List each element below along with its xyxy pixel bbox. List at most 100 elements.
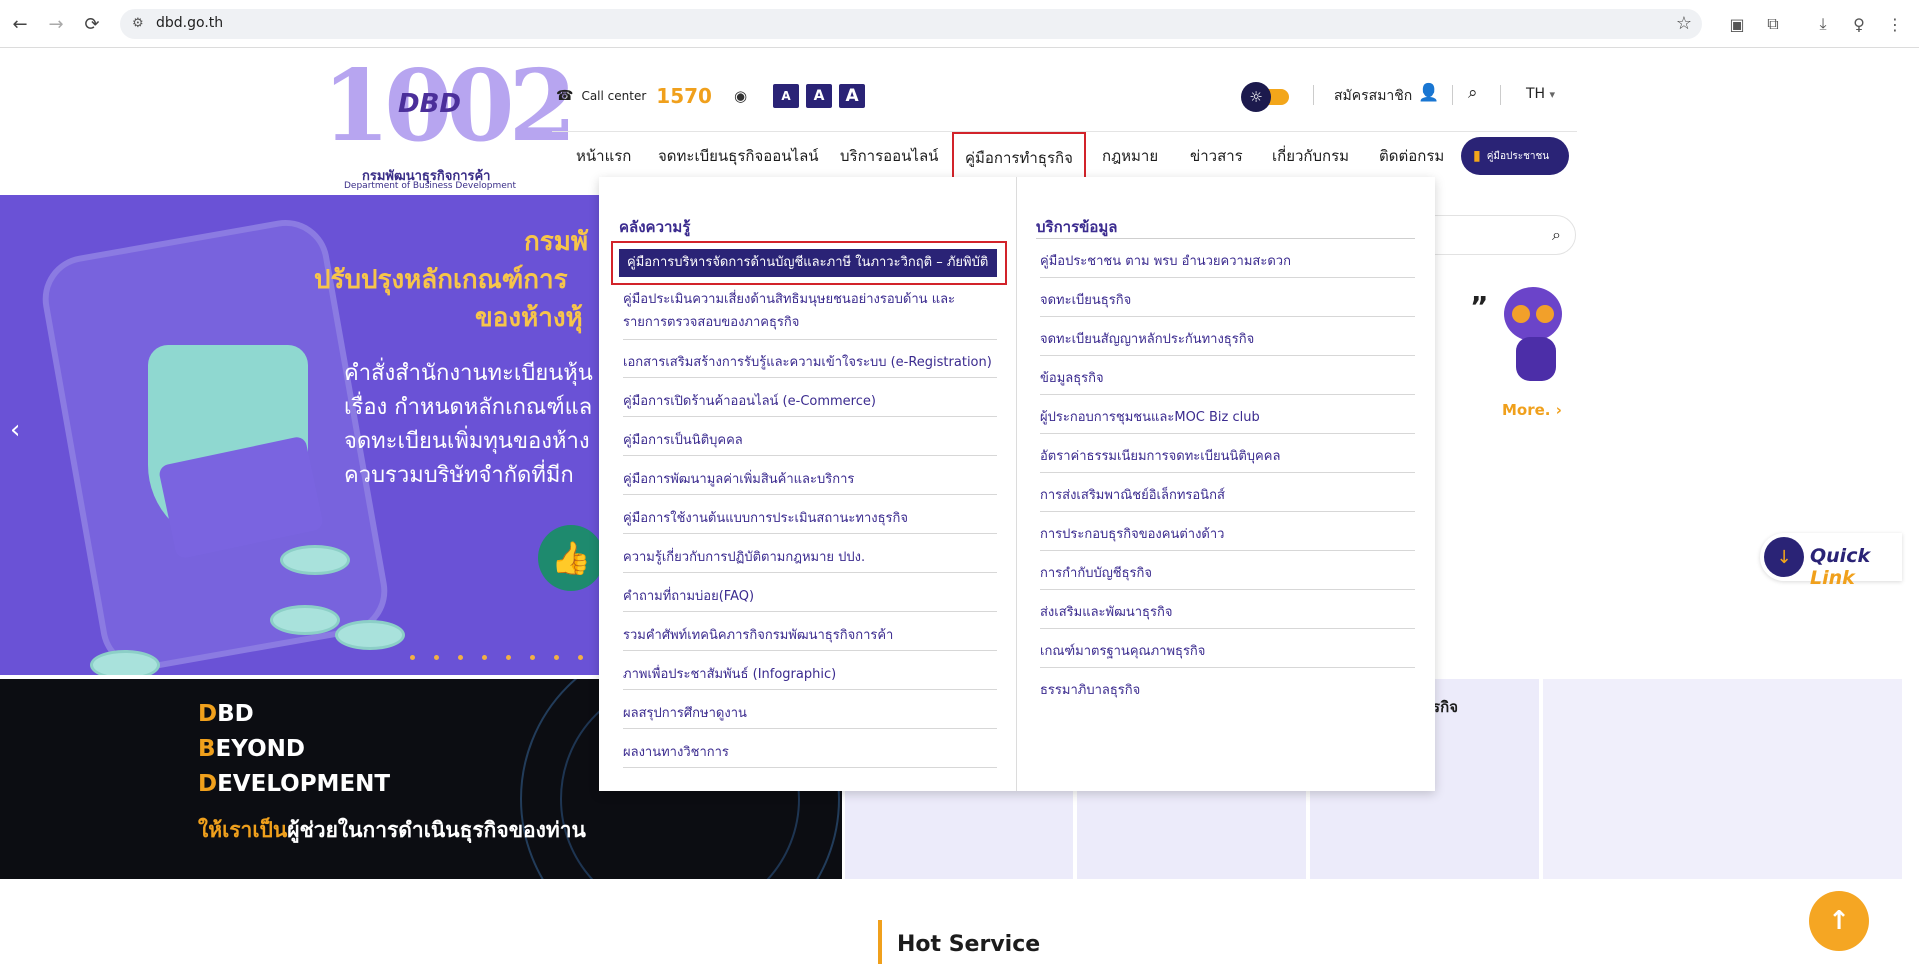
nav-item-about[interactable]: เกี่ยวกับกรม (1272, 144, 1349, 168)
knowledge-item[interactable]: คู่มือการบริหารจัดการด้านบัญชีและภาษี ใน… (619, 249, 997, 277)
knowledge-item[interactable]: ผลสรุปการศึกษาดูงาน (623, 702, 997, 729)
nav-item-business-guide[interactable]: คู่มือการทำธุรกิจ (952, 132, 1086, 182)
quote-mark: ” (1470, 290, 1489, 323)
font-size-medium-button[interactable]: A (806, 84, 833, 108)
nav-item-home[interactable]: หน้าแรก (576, 144, 631, 168)
font-size-small-button[interactable]: A (773, 84, 800, 108)
carousel-dot[interactable] (458, 655, 463, 660)
carousel-dot[interactable] (482, 655, 487, 660)
quick-link-label: Quick Link (1810, 545, 1902, 589)
hero-title: กรมพั (524, 227, 588, 257)
service-tile[interactable] (1543, 679, 1902, 879)
knowledge-item[interactable]: คู่มือการเปิดร้านค้าออนไลน์ (e-Commerce) (623, 390, 997, 417)
data-service-item[interactable]: อัตราค่าธรรมเนียมการจดทะเบียนนิติบุคคล (1040, 445, 1415, 473)
carousel-prev-icon[interactable]: ‹ (10, 415, 20, 445)
hero-search-input[interactable]: ⌕ (1430, 215, 1576, 255)
logo-name-en: Department of Business Development (344, 181, 516, 191)
beyond-line: DEVELOPMENT (198, 771, 391, 797)
data-service-item[interactable]: จดทะเบียนธุรกิจ (1040, 289, 1415, 317)
hero-body-line: คำสั่งสำนักงานทะเบียนหุ้น (344, 361, 593, 386)
back-icon[interactable]: ← (8, 12, 32, 36)
profile-icon[interactable]: ♀ (1847, 12, 1871, 36)
nav-item-contact[interactable]: ติดต่อกรม (1379, 144, 1444, 168)
data-service-item[interactable]: เกณฑ์มาตรฐานคุณภาพธุรกิจ (1040, 640, 1415, 668)
call-center-label: Call center (581, 89, 647, 103)
thumbs-up-icon: 👍 (538, 525, 604, 591)
quick-link-button[interactable]: ↓ Quick Link (1760, 533, 1902, 589)
data-service-item[interactable]: การกำกับบัญชีธุรกิจ (1040, 562, 1415, 590)
knowledge-item[interactable]: คู่มือการเป็นนิติบุคคล (623, 429, 997, 456)
section-accent-bar (878, 920, 882, 964)
knowledge-item[interactable]: เอกสารเสริมสร้างการรับรู้และความเข้าใจระ… (623, 351, 997, 378)
coin-illustration (335, 620, 405, 650)
nav-item-news[interactable]: ข่าวสาร (1190, 144, 1243, 168)
carousel-dot[interactable] (434, 655, 439, 660)
knowledge-item[interactable]: คู่มือการพัฒนามูลค่าเพิ่มสินค้าและบริการ (623, 468, 997, 495)
carousel-dots[interactable] (410, 655, 626, 660)
search-icon[interactable]: ⌕ (1552, 225, 1561, 245)
download-icon[interactable]: ⤓ (1811, 12, 1835, 36)
carousel-dot[interactable] (410, 655, 415, 660)
call-center-number[interactable]: 1570 (656, 84, 712, 108)
carousel-dot[interactable] (530, 655, 535, 660)
extension-icon[interactable]: ▣ (1725, 12, 1749, 36)
phone-icon: ☎ (556, 88, 574, 104)
knowledge-item[interactable]: คู่มือประเมินความเสี่ยงด้านสิทธิมนุษยชนอ… (623, 288, 997, 340)
theme-toggle[interactable]: ☼ (1241, 82, 1291, 112)
knowledge-item[interactable]: ผลงานทางวิชาการ (623, 741, 997, 768)
data-service-item[interactable]: ผู้ประกอบการชุมชนและMOC Biz club (1040, 406, 1415, 434)
coin-illustration (280, 545, 350, 575)
carousel-dot[interactable] (578, 655, 583, 660)
carousel-dot[interactable] (506, 655, 511, 660)
language-selector[interactable]: TH ▾ (1526, 86, 1555, 102)
nav-item-online-services[interactable]: บริการออนไลน์ (840, 144, 938, 168)
site-info-icon[interactable]: ⚙ (132, 16, 144, 31)
quick-link-main: Quick (1810, 545, 1871, 567)
data-service-item[interactable]: ข้อมูลธุรกิจ (1040, 367, 1415, 395)
user-icon[interactable]: 👤 (1418, 83, 1439, 103)
knowledge-item[interactable]: คำถามที่ถามบ่อย(FAQ) (623, 585, 997, 612)
dbd-logo[interactable]: 1002 DBD กรมพัฒนาธุรกิจการค้า Department… (322, 57, 577, 192)
quick-link-accent: Link (1810, 567, 1855, 589)
extensions-puzzle-icon[interactable]: ⧉ (1761, 12, 1785, 36)
column-title-underline (1036, 238, 1415, 239)
site-header: 1002 DBD กรมพัฒนาธุรกิจการค้า Department… (0, 49, 1919, 195)
language-label: TH (1526, 86, 1546, 102)
citizen-manual-button[interactable]: ▮ คู่มือประชาชน (1461, 137, 1569, 175)
reload-icon[interactable]: ⟳ (80, 12, 104, 36)
search-icon[interactable]: ⌕ (1468, 83, 1478, 103)
data-service-item[interactable]: คู่มือประชาชน ตาม พรบ อำนวยความสะดวก (1040, 250, 1415, 278)
rss-icon[interactable]: ◉ (734, 87, 747, 105)
book-icon: ▮ (1473, 148, 1481, 164)
hero-title: ปรับปรุงหลักเกณฑ์การ (314, 265, 568, 295)
beyond-line: DBD (198, 701, 254, 727)
bookmark-star-icon[interactable]: ☆ (1676, 13, 1692, 34)
carousel-dot[interactable] (554, 655, 559, 660)
address-bar[interactable]: ⚙ dbd.go.th ☆ (120, 9, 1702, 39)
back-to-top-button[interactable]: ↑ (1809, 891, 1869, 951)
coin-illustration (270, 605, 340, 635)
more-link[interactable]: More. › (1502, 401, 1562, 419)
mascot-eye (1536, 305, 1554, 323)
beyond-line: BEYOND (198, 736, 305, 762)
register-link[interactable]: สมัครสมาชิก (1334, 85, 1412, 107)
data-services-column-title: บริการข้อมูล (1036, 218, 1118, 236)
data-service-item[interactable]: จดทะเบียนสัญญาหลักประกันทางธุรกิจ (1040, 328, 1415, 356)
knowledge-item[interactable]: คู่มือการใช้งานต้นแบบการประเมินสถานะทางธ… (623, 507, 997, 534)
knowledge-item[interactable]: ความรู้เกี่ยวกับการปฏิบัติตามกฎหมาย ปปง. (623, 546, 997, 573)
forward-icon[interactable]: → (44, 12, 68, 36)
nav-item-online-registration[interactable]: จดทะเบียนธุรกิจออนไลน์ (658, 144, 819, 168)
hero-body-line: จดทะเบียนเพิ่มทุนของห้าง (344, 429, 590, 454)
data-service-item[interactable]: การส่งเสริมพาณิชย์อิเล็กทรอนิกส์ (1040, 484, 1415, 512)
data-service-item[interactable]: ธรรมาภิบาลธุรกิจ (1040, 679, 1415, 707)
knowledge-item[interactable]: รวมคำศัพท์เทคนิคภารกิจกรมพัฒนาธุรกิจการค… (623, 624, 997, 651)
knowledge-item[interactable]: ภาพเพื่อประชาสัมพันธ์ (Infographic) (623, 663, 997, 690)
nav-item-law[interactable]: กฎหมาย (1102, 144, 1158, 168)
data-service-item[interactable]: การประกอบธุรกิจของคนต่างด้าว (1040, 523, 1415, 551)
hot-service-title: Hot Service (897, 932, 1041, 957)
url-text[interactable]: dbd.go.th (156, 15, 223, 31)
data-service-item[interactable]: ส่งเสริมและพัฒนาธุรกิจ (1040, 601, 1415, 629)
font-size-large-button[interactable]: A (839, 84, 866, 108)
browser-menu-icon[interactable]: ⋮ (1883, 12, 1907, 36)
main-nav: หน้าแรก จดทะเบียนธุรกิจออนไลน์ บริการออน… (552, 131, 1577, 182)
